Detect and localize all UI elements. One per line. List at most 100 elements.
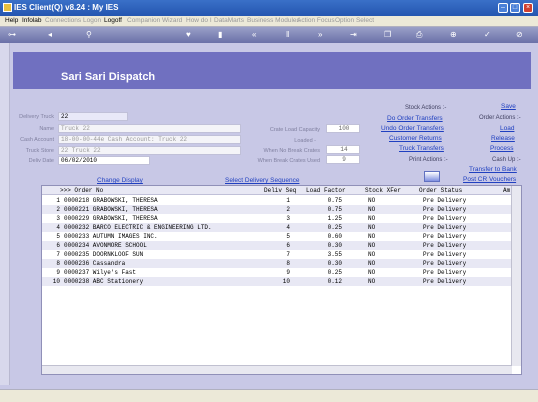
col-stock-xfer[interactable]: Stock XFer [365,187,401,194]
cell-xfer: NO [368,251,376,258]
cell-seq: 8 [286,260,290,267]
cell-order: 0000238 ABC Stationery [64,278,144,285]
back-icon[interactable]: ◂ [48,30,52,40]
cell-load: 0.25 [327,269,342,276]
orders-grid: >>> Order No Deliv Seq Load Factor Stock… [41,185,522,375]
cell-n: 9 [56,269,60,276]
table-row[interactable]: 6 0000234 AVONMORE SCHOOL 6 0.30 NO Pre Deliv… [42,241,512,250]
minimize-button[interactable]: – [498,3,508,13]
when-no-break-crates-field[interactable]: 14 [326,145,360,154]
crate-load-capacity-field[interactable]: 100 [326,124,360,133]
load-link[interactable]: Load [500,125,514,132]
when-break-crates-used-field[interactable]: 9 [326,155,360,164]
deliv-date-field[interactable]: 06/02/2010 [58,156,150,165]
col-order-status[interactable]: Order Status [419,187,462,194]
table-row[interactable]: 2 0000221 GRABOWSKI, THERESA 2 0.75 NO Pre De… [42,205,512,214]
col-deliv-seq[interactable]: Deliv Seq [264,187,296,194]
col-load-factor[interactable]: Load Factor [306,187,346,194]
undo-order-transfers-link[interactable]: Undo Order Transfers [381,125,444,132]
cell-xfer: NO [368,233,376,240]
truck-store-field[interactable]: 22 Truck 22 [58,146,241,155]
horizontal-scrollbar[interactable] [42,365,512,374]
toolbar: ⊶ ◂ ⚲ ♥ ▮ « ‖ » ⇥ ❐ ⎙ ⊕ ✓ ⊘ [0,27,538,43]
grid-header: >>> Order No Deliv Seq Load Factor Stock… [42,186,512,195]
bookmark-icon[interactable]: ▮ [218,30,222,40]
table-row[interactable]: 10 0000238 ABC Stationery 10 0.12 NO Pre Deli… [42,277,512,286]
cell-status: Pre Delivery [423,278,467,285]
cell-order: 0000221 GRABOWSKI, THERESA [64,206,158,213]
cell-xfer: NO [368,206,376,213]
maximize-button[interactable]: □ [510,3,520,13]
cell-status: Pre Delivery [423,242,467,249]
cell-order: 0000234 AVONMORE SCHOOL [64,242,147,249]
plus-icon[interactable]: ⊕ [450,30,457,40]
cell-xfer: NO [368,278,376,285]
loaded-label: Loaded - [294,138,316,144]
cell-order: 0000233 AUTUMN IMAGES INC. [64,233,158,240]
heart-icon[interactable]: ♥ [186,30,191,40]
release-link[interactable]: Release [491,135,515,142]
table-row[interactable]: 8 0000236 Cassandra 8 0.30 NO Pre Delivery [42,259,512,268]
post-cr-vouchers-link[interactable]: Post CR Vouchers [463,176,516,183]
close-button[interactable]: × [523,3,533,13]
table-row[interactable]: 5 0000233 AUTUMN IMAGES INC. 5 0.60 NO Pre De… [42,232,512,241]
pause-icon[interactable]: ‖ [286,30,289,40]
page-header: Sari Sari Dispatch [13,52,531,89]
col-order-no[interactable]: >>> Order No [60,187,103,194]
cell-load: 0.75 [327,197,342,204]
table-row[interactable]: 9 0000237 Wilye's Fast 9 0.25 NO Pre Delivery [42,268,512,277]
truck-transfers-link[interactable]: Truck Transfers [399,145,444,152]
cell-order: 0000237 Wilye's Fast [64,269,137,276]
cell-load: 0.30 [327,242,342,249]
transfer-to-bank-link[interactable]: Transfer to Bank [469,166,517,173]
menu-infolab[interactable]: Infolab [22,17,42,24]
table-row[interactable]: 1 0000218 GRABOWSKI, THERESA 1 0.75 NO Pre De… [42,196,512,205]
exit-icon[interactable]: ⇥ [350,30,357,40]
key-icon[interactable]: ⊶ [8,30,16,40]
print-actions-heading: Print Actions :- [409,157,448,163]
cell-load: 0.75 [327,206,342,213]
cell-load: 3.55 [327,251,342,258]
col-amount[interactable]: Am [503,187,510,194]
print-icon[interactable]: ⎙ [416,30,422,40]
save-link[interactable]: Save [501,103,516,110]
delivery-truck-field[interactable]: 22 [58,112,128,121]
page-title: Sari Sari Dispatch [61,71,156,83]
select-delivery-sequence-link[interactable]: Select Delivery Sequence [225,177,299,184]
name-field[interactable]: Truck 22 [58,124,241,133]
cell-n: 10 [52,278,60,285]
cell-seq: 7 [286,251,290,258]
cash-up-heading: Cash Up :- [492,157,521,163]
crate-load-capacity-label: Crate Load Capacity [269,127,320,133]
change-display-link[interactable]: Change Display [97,177,143,184]
cell-n: 1 [56,197,60,204]
print-icon[interactable] [424,171,440,182]
cell-order: 0000236 Cassandra [64,260,126,267]
process-link[interactable]: Process [490,145,513,152]
table-row[interactable]: 3 0000229 GRABOWSKI, THERESA 3 1.25 NO Pre De… [42,214,512,223]
cancel-icon[interactable]: ⊘ [516,30,523,40]
cell-xfer: NO [368,260,376,267]
cell-order: 0000235 DOORNKLOOF SUN [64,251,144,258]
customer-returns-link[interactable]: Customer Returns [389,135,442,142]
cell-xfer: NO [368,269,376,276]
table-row[interactable]: 7 0000235 DOORNKLOOF SUN 7 3.55 NO Pre Delive… [42,250,512,259]
search-icon[interactable]: ⚲ [86,30,92,40]
cash-account-field[interactable]: 18-00-00-44e Cash Account: Truck 22 [58,135,241,144]
cell-xfer: NO [368,215,376,222]
menu-logoff[interactable]: Logoff [104,17,122,24]
table-row[interactable]: 4 0000232 BARCO ELECTRIC & ENGINEERING LT… [42,223,512,232]
cell-load: 0.25 [327,224,342,231]
menu-help[interactable]: Help [5,17,18,24]
copy-icon[interactable]: ❐ [384,30,391,40]
do-order-transfers-link[interactable]: Do Order Transfers [387,115,443,122]
vertical-scrollbar[interactable] [511,186,521,366]
cell-load: 1.25 [327,215,342,222]
cell-status: Pre Delivery [423,260,467,267]
cell-xfer: NO [368,224,376,231]
rewind-icon[interactable]: « [252,30,256,40]
check-icon[interactable]: ✓ [484,30,491,40]
app-icon [3,3,12,12]
cell-seq: 10 [282,278,290,285]
fast-forward-icon[interactable]: » [318,30,322,40]
